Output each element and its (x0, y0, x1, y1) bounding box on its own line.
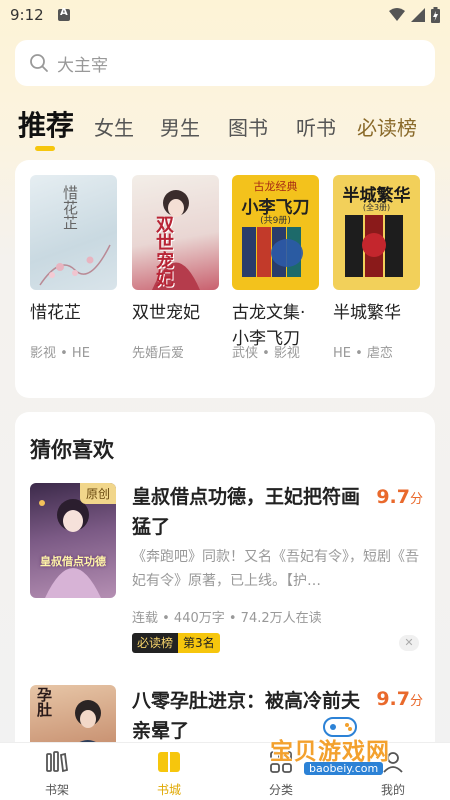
search-icon (30, 54, 48, 72)
book-title: 双世宠妃 (132, 303, 200, 323)
tab-male[interactable]: 男生 (160, 112, 200, 141)
status-bar: 9:12 (0, 0, 450, 32)
section-title: 猜你喜欢 (30, 438, 114, 462)
book-card[interactable]: 惜花芷 惜花芷 (30, 175, 117, 326)
cover-title: 孕肚 (35, 687, 53, 717)
nav-bookstore[interactable]: 书城 (139, 749, 199, 798)
book-score: 9.7分 (376, 688, 423, 710)
tab-recommended[interactable]: 推荐 (18, 104, 74, 144)
book-cover[interactable]: 皇叔借点功德 原创 (30, 483, 116, 598)
book-score: 9.7分 (376, 486, 423, 508)
score-unit: 分 (409, 492, 423, 507)
signal-icon (411, 8, 425, 22)
score-unit: 分 (409, 694, 423, 709)
recommended-section: 惜花芷 惜花芷 影视 • HE 双世宠妃 双世宠妃 先婚后爱 古龙经典 小李飞刀… (15, 160, 435, 398)
battery-icon (431, 7, 440, 23)
status-icons (389, 7, 440, 23)
tab-indicator (35, 146, 55, 151)
nav-label: 书架 (44, 783, 69, 797)
tab-female[interactable]: 女生 (94, 112, 134, 141)
status-time: 9:12 (10, 6, 44, 24)
tab-audiobooks[interactable]: 听书 (296, 112, 336, 141)
nav-bookshelf[interactable]: 书架 (27, 749, 87, 798)
book-card[interactable]: 半城繁华 (全3册) 半城繁华 (333, 175, 420, 326)
book-title: 惜花芷 (30, 303, 81, 323)
score-value: 9.7 (376, 688, 410, 710)
book-title: 半城繁华 (333, 303, 401, 323)
original-badge: 原创 (79, 483, 116, 504)
book-card[interactable]: 双世宠妃 双世宠妃 (132, 175, 219, 326)
book-cover: 古龙经典 小李飞刀 (共9册) (232, 175, 319, 290)
bookstore-icon (158, 752, 180, 772)
bookshelf-icon (46, 751, 68, 773)
book-cover: 惜花芷 (30, 175, 117, 290)
book-tags: 先婚后爱 (132, 346, 185, 361)
tab-books[interactable]: 图书 (228, 112, 268, 141)
notification-a-icon (58, 7, 70, 21)
cover-title: 惜花芷 (61, 185, 79, 230)
ranking-list-label: 必读榜 (132, 633, 179, 653)
site-watermark: 宝贝游戏网 baobeiy.com (262, 712, 422, 782)
guess-you-like-section: 猜你喜欢 皇叔借点功德 原创 皇叔借点功德，王妃把符画猛了 9.7分 《奔跑吧》… (15, 412, 435, 755)
book-tags: 武侠 • 影视 (232, 346, 300, 361)
close-icon[interactable]: ✕ (399, 635, 419, 651)
wifi-icon (389, 8, 405, 21)
nav-label: 分类 (268, 783, 293, 797)
book-tags: 影视 • HE (30, 346, 90, 361)
book-meta: 连载 • 440万字 • 74.2万人在读 (132, 611, 322, 626)
search-placeholder: 大主宰 (57, 55, 108, 76)
ranking-badge[interactable]: 必读榜 第3名 (132, 633, 220, 653)
watermark-url: baobeiy.com (304, 762, 384, 775)
category-tabs: 推荐 女生 男生 图书 听书 必读榜 (18, 104, 438, 154)
book-card[interactable]: 古龙经典 小李飞刀 (共9册) 古龙文集·小李飞刀 (232, 175, 319, 352)
watermark-text: 宝贝游戏网 (270, 739, 390, 765)
nav-label: 书城 (156, 783, 181, 797)
cover-title: 皇叔借点功德 (40, 555, 106, 568)
tab-must-read[interactable]: 必读榜 (357, 112, 417, 141)
book-tags: HE • 虐恋 (333, 346, 393, 361)
book-cover: 双世宠妃 (132, 175, 219, 290)
nav-label: 我的 (380, 783, 405, 797)
book-description: 《奔跑吧》同款！又名《吾妃有令》，短剧《吾妃有令》原著，已上线。【护… (132, 549, 419, 589)
book-title[interactable]: 皇叔借点功德，王妃把符画猛了 (132, 482, 372, 542)
cover-title: 双世宠妃 (153, 215, 174, 287)
score-value: 9.7 (376, 486, 410, 508)
search-input[interactable]: 大主宰 (15, 40, 435, 86)
ranking-position: 第3名 (178, 633, 220, 653)
book-cover: 半城繁华 (全3册) (333, 175, 420, 290)
